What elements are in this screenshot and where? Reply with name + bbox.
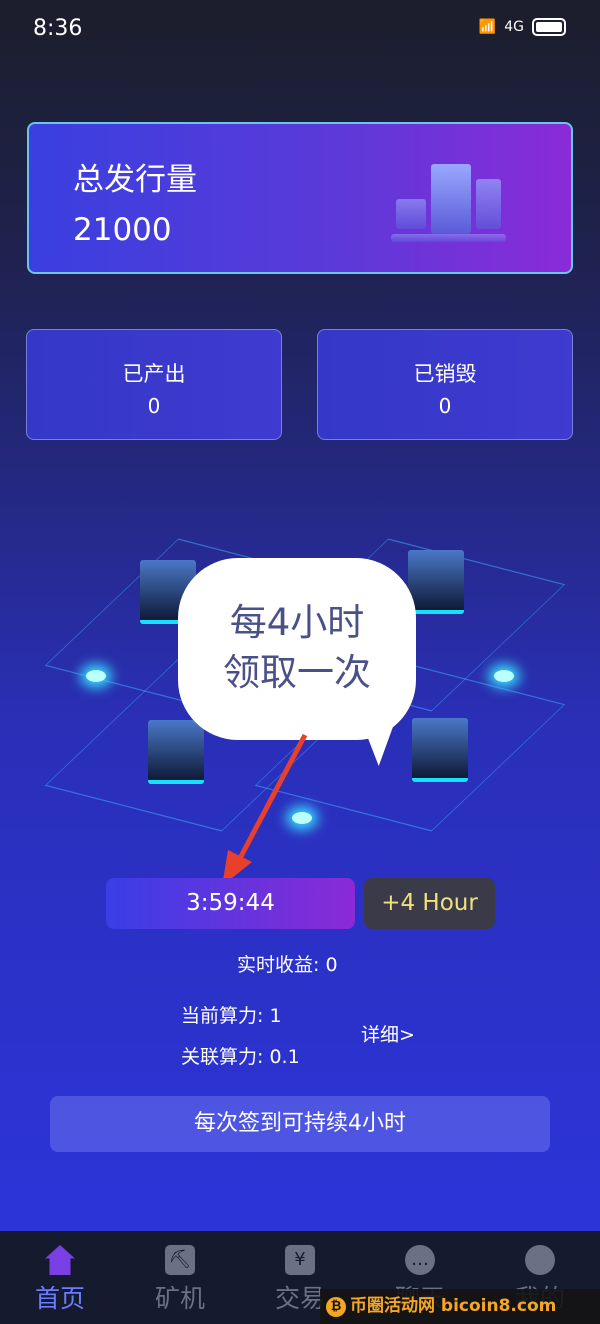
tab-miner[interactable]: ⛏ 矿机	[120, 1231, 240, 1324]
realtime-label: 实时收益:	[237, 954, 320, 976]
wifi-icon: 📶	[478, 19, 497, 35]
destroyed-title: 已销毁	[413, 362, 477, 386]
miner-icon: ⛏	[165, 1245, 195, 1275]
annotation-line-1: 每4小时	[229, 601, 365, 644]
yen-icon: ¥	[285, 1245, 315, 1275]
watermark: 币圈活动网 bicoin8.com	[320, 1289, 600, 1324]
current-label: 当前算力:	[181, 1005, 264, 1027]
annotation-bubble: 每4小时 领取一次	[178, 558, 416, 740]
battery-icon	[532, 18, 566, 36]
total-supply-value: 21000	[73, 212, 172, 248]
extend-4-hour-button[interactable]: +4 Hour	[364, 878, 495, 929]
server-illustration-icon	[391, 144, 511, 254]
produced-card: 已产出 0	[26, 329, 282, 440]
produced-title: 已产出	[122, 362, 186, 386]
destroyed-value: 0	[438, 394, 452, 418]
annotation-line-2: 领取一次	[223, 651, 371, 694]
miner-box-icon	[408, 550, 464, 614]
signal-icon: 4G	[504, 19, 524, 35]
clock: 8:36	[33, 16, 83, 41]
linked-label: 关联算力:	[181, 1046, 264, 1068]
realtime-value: 0	[325, 954, 338, 976]
realtime-earnings: 实时收益: 0	[237, 950, 338, 977]
status-bar: 8:36 📶 4G	[0, 0, 600, 60]
signin-button[interactable]: 每次签到可持续4小时	[50, 1096, 550, 1152]
user-icon	[525, 1245, 555, 1275]
current-hashrate: 当前算力: 1	[181, 1001, 282, 1028]
miner-box-icon	[148, 720, 204, 784]
total-supply-card: 总发行量 21000	[27, 122, 573, 274]
current-value: 1	[269, 1005, 282, 1027]
tab-label: 矿机	[154, 1284, 205, 1313]
linked-hashrate: 关联算力: 0.1	[181, 1042, 300, 1069]
tab-label: 交易	[274, 1284, 325, 1313]
miner-box-icon	[412, 718, 468, 782]
produced-value: 0	[147, 394, 161, 418]
tab-home[interactable]: 首页	[0, 1231, 120, 1324]
countdown-timer: 3:59:44	[106, 878, 355, 929]
total-supply-title: 总发行量	[73, 162, 197, 198]
linked-value: 0.1	[269, 1046, 300, 1068]
tab-label: 首页	[34, 1284, 85, 1313]
chat-icon: …	[405, 1245, 435, 1275]
detail-link[interactable]: 详细>	[361, 1020, 415, 1047]
destroyed-card: 已销毁 0	[317, 329, 573, 440]
home-icon	[45, 1245, 75, 1275]
